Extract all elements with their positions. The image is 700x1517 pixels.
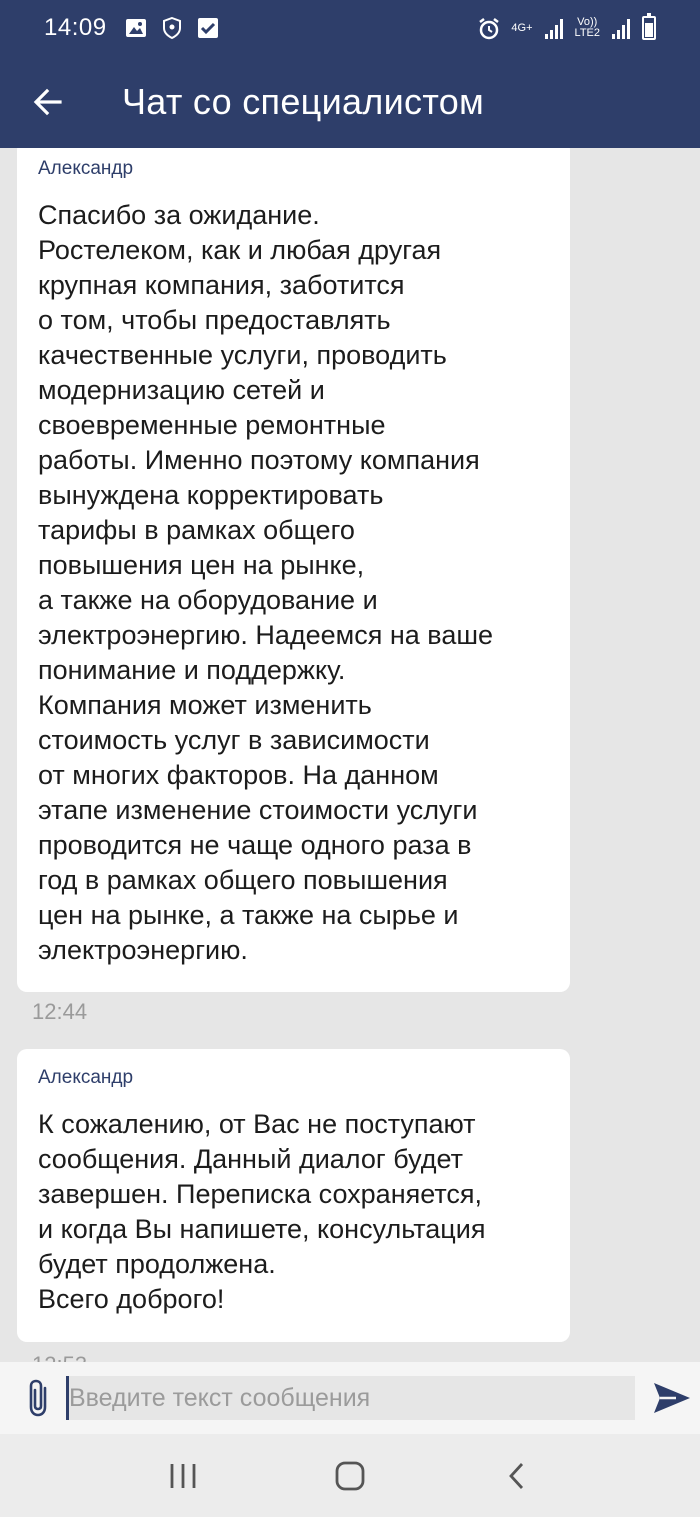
message-bubble: Александр Спасибо за ожидание. Ростелеко… [17,148,570,992]
signal-icon-1 [544,17,563,39]
paperclip-icon [29,1379,47,1417]
system-nav-bar [0,1434,700,1517]
attach-button[interactable] [14,1373,64,1423]
network-type-1: 4G+ [511,21,533,34]
page-title: Чат со специалистом [122,81,485,122]
message-sender: Александр [38,158,134,179]
message-text: Спасибо за ожидание. Ростелеком, как и л… [38,200,494,965]
network-type-2: Vo)) LTE2 [574,16,600,39]
gallery-icon [125,17,147,39]
message-bubble: Александр К сожалению, от Вас не поступа… [17,1049,570,1342]
status-system-icons: 4G+ Vo)) LTE2 [477,13,656,40]
back-button[interactable] [16,70,80,134]
send-button[interactable] [647,1373,697,1423]
nav-back-icon [508,1462,523,1489]
message-composer [0,1362,700,1434]
shield-icon [161,16,183,40]
home-icon [335,1461,365,1490]
app-bar: Чат со специалистом [0,56,700,148]
nav-home-button[interactable] [320,1446,380,1506]
status-notification-icons [125,16,219,40]
nav-recents-button[interactable] [153,1446,213,1506]
message-input-wrapper [66,1376,635,1420]
arrow-left-icon [33,88,62,116]
send-icon [654,1383,690,1413]
status-time: 14:09 [44,14,107,41]
message-input[interactable] [69,1376,635,1420]
top-bar: 14:09 4G+ Vo)) LTE2 Чат со специалистом [0,0,700,148]
nav-back-button[interactable] [487,1446,547,1506]
message-text: К сожалению, от Вас не поступают сообщен… [38,1109,486,1314]
status-bar: 14:09 4G+ Vo)) LTE2 [0,0,700,56]
checkbox-icon [197,17,219,39]
recents-icon [170,1463,196,1488]
alarm-icon [477,17,500,40]
signal-icon-2 [612,17,630,39]
chat-messages[interactable]: Александр Спасибо за ожидание. Ростелеко… [0,148,700,1362]
message-time: 12:53 [32,1352,87,1362]
message-time: 12:44 [32,999,88,1024]
message-sender: Александр [38,1067,134,1088]
battery-icon [642,13,656,40]
